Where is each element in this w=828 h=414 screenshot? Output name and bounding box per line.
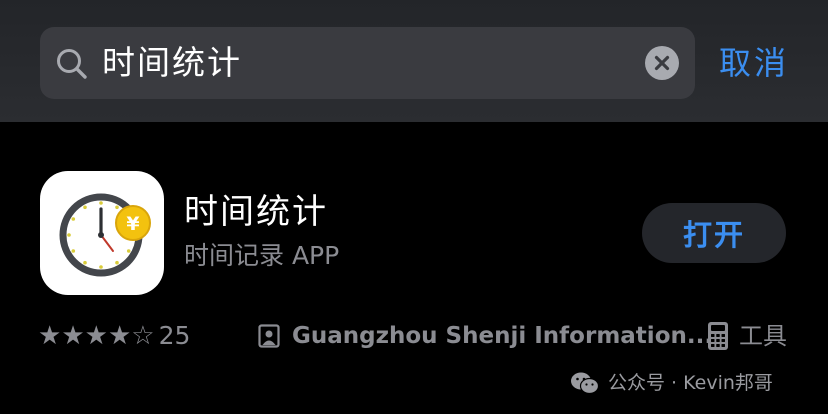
search-icon bbox=[57, 49, 87, 79]
star-filled-icon: ★ bbox=[84, 321, 108, 351]
developer-name: Guangzhou Shenji Information... bbox=[292, 323, 714, 349]
search-input[interactable]: 时间统计 bbox=[102, 27, 242, 99]
open-button[interactable]: 打开 bbox=[642, 203, 786, 263]
app-subtitle: 时间记录 APP bbox=[184, 241, 340, 270]
app-name[interactable]: 时间统计 bbox=[184, 192, 328, 232]
close-icon bbox=[654, 55, 670, 71]
wechat-icon bbox=[571, 372, 600, 395]
rating-count: 25 bbox=[158, 321, 191, 350]
developer[interactable]: Guangzhou Shenji Information... bbox=[258, 318, 713, 354]
category-label: 工具 bbox=[739, 322, 787, 350]
star-filled-icon: ★ bbox=[107, 321, 132, 351]
cancel-button[interactable]: 取消 bbox=[719, 27, 789, 99]
star-filled-icon: ★ bbox=[61, 321, 85, 351]
clear-search-button[interactable] bbox=[645, 46, 679, 80]
star-empty-icon: ☆ bbox=[131, 321, 155, 351]
watermark: 公众号 · Kevin邦哥 bbox=[570, 368, 773, 398]
rating[interactable]: ★ ★ ★ ★ ☆ 25 bbox=[38, 318, 190, 354]
app-icon[interactable]: ¥ bbox=[40, 171, 164, 295]
watermark-text: 公众号 · Kevin邦哥 bbox=[608, 372, 773, 394]
currency-symbol: ¥ bbox=[126, 213, 139, 235]
star-filled-icon: ★ bbox=[38, 321, 62, 351]
person-icon bbox=[258, 324, 280, 348]
search-header: 时间统计 取消 bbox=[0, 0, 828, 122]
category[interactable]: 工具 bbox=[707, 318, 787, 354]
search-bar[interactable]: 时间统计 bbox=[40, 27, 695, 99]
calculator-icon bbox=[708, 322, 728, 350]
clock-icon: ¥ bbox=[59, 193, 151, 277]
